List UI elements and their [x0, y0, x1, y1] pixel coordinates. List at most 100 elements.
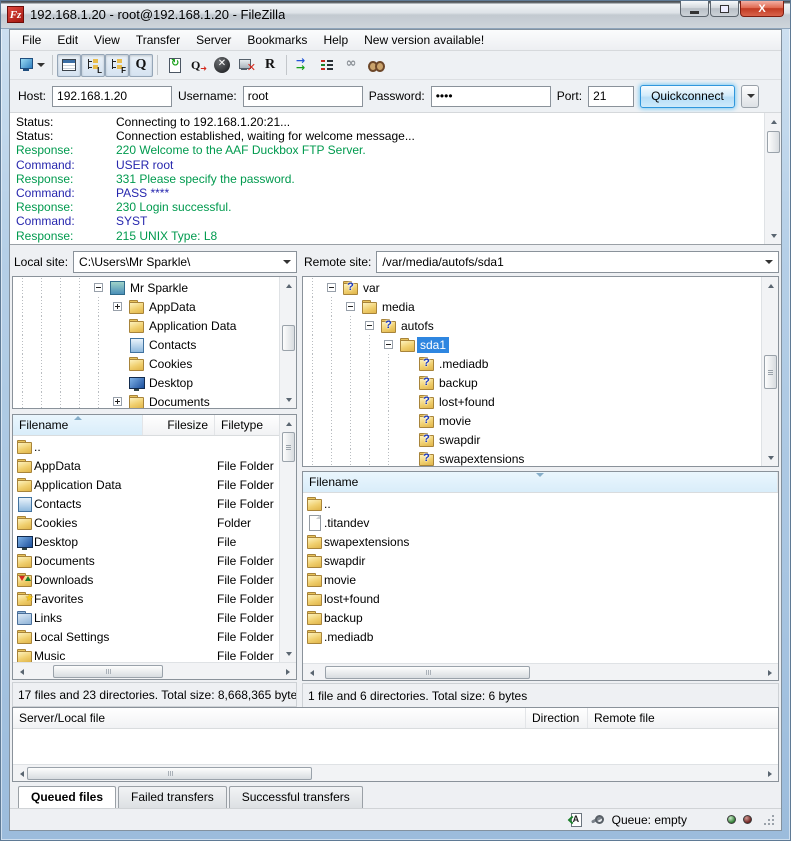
file-row-mediadb[interactable]: .mediadb	[303, 627, 778, 646]
tree-item-backup[interactable]: backup	[303, 373, 760, 392]
directory-comparison-button[interactable]	[291, 54, 315, 77]
tree-item-application-data[interactable]: Application Data	[13, 316, 278, 335]
menu-item-edit[interactable]: Edit	[49, 31, 86, 49]
tab-failed-transfers[interactable]: Failed transfers	[118, 786, 227, 808]
file-search-button[interactable]	[363, 54, 387, 77]
scrollbar-thumb[interactable]	[767, 131, 780, 153]
file-row-favorites[interactable]: FavoritesFile Folder	[13, 589, 279, 608]
quickconnect-dropdown-button[interactable]	[741, 85, 759, 108]
toggle-remote-tree-button[interactable]: F	[105, 54, 129, 77]
file-row-swapdir[interactable]: swapdir	[303, 551, 778, 570]
username-input[interactable]	[243, 86, 363, 107]
scroll-down-icon[interactable]	[281, 392, 296, 407]
local-col-filetype[interactable]: Filetype	[215, 415, 281, 435]
port-input[interactable]	[588, 86, 634, 107]
scroll-right-icon[interactable]	[762, 766, 777, 781]
scroll-right-icon[interactable]	[762, 665, 777, 680]
maximize-button[interactable]	[710, 1, 739, 17]
file-row-documents[interactable]: DocumentsFile Folder	[13, 551, 279, 570]
scrollbar-thumb[interactable]	[764, 355, 777, 389]
file-row-backup[interactable]: backup	[303, 608, 778, 627]
tree-item-mediadb[interactable]: .mediadb	[303, 354, 760, 373]
process-queue-button[interactable]: Q	[186, 54, 210, 77]
tree-item-autofs[interactable]: autofs	[303, 316, 760, 335]
file-row-music[interactable]: MusicFile Folder	[13, 646, 279, 662]
file-row-application-data[interactable]: Application DataFile Folder	[13, 475, 279, 494]
local-site-combo[interactable]: C:\Users\Mr Sparkle\	[73, 251, 297, 273]
local-list-scrollbar[interactable]	[279, 415, 296, 662]
menu-item-new-version-available[interactable]: New version available!	[356, 31, 492, 49]
tab-queued-files[interactable]: Queued files	[18, 786, 116, 808]
scroll-left-icon[interactable]	[14, 664, 29, 679]
collapse-icon[interactable]	[94, 283, 103, 292]
title-bar[interactable]: Fz 192.168.1.20 - root@192.168.1.20 - Fi…	[1, 1, 790, 29]
file-row-downloads[interactable]: DownloadsFile Folder	[13, 570, 279, 589]
tree-item-swapextensions[interactable]: swapextensions	[303, 449, 760, 467]
tab-successful-transfers[interactable]: Successful transfers	[229, 786, 363, 808]
file-row-lost-found[interactable]: lost+found	[303, 589, 778, 608]
tree-item-desktop[interactable]: Desktop	[13, 373, 278, 392]
tree-item-lost-found[interactable]: lost+found	[303, 392, 760, 411]
file-row-desktop[interactable]: DesktopFile	[13, 532, 279, 551]
collapse-icon[interactable]	[365, 321, 374, 330]
menu-item-help[interactable]: Help	[315, 31, 356, 49]
scroll-down-icon[interactable]	[281, 646, 296, 661]
scroll-left-icon[interactable]	[304, 665, 319, 680]
synchronized-browsing-button[interactable]: ∞	[339, 54, 363, 77]
directory-listing-button[interactable]	[315, 54, 339, 77]
remote-col-filename[interactable]: Filename	[303, 472, 778, 492]
encryption-icon[interactable]	[590, 813, 605, 826]
menu-item-view[interactable]: View	[86, 31, 128, 49]
tree-item-sda1[interactable]: sda1	[303, 335, 760, 354]
reconnect-button[interactable]: R	[258, 54, 282, 77]
scrollbar-thumb[interactable]	[53, 665, 163, 678]
queue-hscrollbar[interactable]	[13, 764, 778, 781]
refresh-button[interactable]	[162, 54, 186, 77]
site-manager-button[interactable]	[15, 54, 48, 77]
local-col-filename[interactable]: Filename	[13, 415, 143, 435]
file-row-titandev[interactable]: .titandev	[303, 513, 778, 532]
tree-item-cookies[interactable]: Cookies	[13, 354, 278, 373]
file-row-local-settings[interactable]: Local SettingsFile Folder	[13, 627, 279, 646]
file-row-swapextensions[interactable]: swapextensions	[303, 532, 778, 551]
scroll-up-icon[interactable]	[763, 278, 778, 293]
tree-item-documents[interactable]: Documents	[13, 392, 278, 409]
menu-item-server[interactable]: Server	[188, 31, 239, 49]
queue-col-local-file[interactable]: Server/Local file	[13, 708, 526, 728]
file-row-item[interactable]: ..	[303, 494, 778, 513]
expand-icon[interactable]	[113, 302, 122, 311]
toggle-queue-button[interactable]: Q	[129, 54, 153, 77]
scroll-down-icon[interactable]	[766, 228, 781, 243]
remote-list-hscrollbar[interactable]	[303, 663, 778, 680]
tree-item-media[interactable]: media	[303, 297, 760, 316]
tree-item-var[interactable]: var	[303, 278, 760, 297]
scroll-up-icon[interactable]	[281, 416, 296, 431]
tree-item-contacts[interactable]: Contacts	[13, 335, 278, 354]
collapse-icon[interactable]	[384, 340, 393, 349]
tree-item-swapdir[interactable]: swapdir	[303, 430, 760, 449]
cancel-operation-button[interactable]	[210, 54, 234, 77]
menu-item-bookmarks[interactable]: Bookmarks	[239, 31, 315, 49]
scroll-up-icon[interactable]	[766, 114, 781, 129]
local-col-filesize[interactable]: Filesize	[143, 415, 215, 435]
remote-site-combo[interactable]: /var/media/autofs/sda1	[376, 251, 779, 273]
log-scrollbar[interactable]	[764, 113, 781, 244]
scroll-down-icon[interactable]	[763, 450, 778, 465]
toggle-local-tree-button[interactable]: L	[81, 54, 105, 77]
tree-item-mr-sparkle[interactable]: Mr Sparkle	[13, 278, 278, 297]
file-row-links[interactable]: LinksFile Folder	[13, 608, 279, 627]
file-row-contacts[interactable]: ContactsFile Folder	[13, 494, 279, 513]
local-tree-scrollbar[interactable]	[279, 277, 296, 408]
local-list-hscrollbar[interactable]	[13, 662, 296, 679]
collapse-icon[interactable]	[346, 302, 355, 311]
resize-grip-icon[interactable]	[763, 814, 775, 826]
queue-col-direction[interactable]: Direction	[526, 708, 588, 728]
tree-item-appdata[interactable]: AppData	[13, 297, 278, 316]
file-row-item[interactable]: ..	[13, 437, 279, 456]
password-input[interactable]	[431, 86, 551, 107]
toggle-message-log-button[interactable]	[57, 54, 81, 77]
quickconnect-button[interactable]: Quickconnect	[640, 85, 735, 108]
expand-icon[interactable]	[113, 397, 122, 406]
close-button[interactable]: X	[740, 1, 784, 17]
menu-item-file[interactable]: File	[14, 31, 49, 49]
